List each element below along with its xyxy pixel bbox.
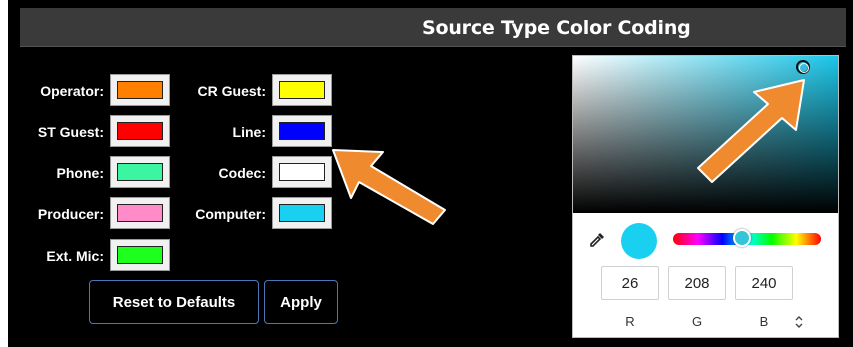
- label-cr-guest: CR Guest:: [197, 83, 266, 99]
- swatch-color: [279, 122, 325, 140]
- up-down-arrows-icon[interactable]: [794, 315, 804, 329]
- hue-slider-thumb[interactable]: [733, 229, 751, 247]
- label-producer: Producer:: [37, 206, 104, 222]
- annotation-arrow-picker: [697, 79, 805, 183]
- label-st-guest: ST Guest:: [37, 124, 104, 140]
- blue-label: B: [759, 314, 769, 329]
- swatch-ext-mic[interactable]: [110, 239, 170, 271]
- swatch-color: [279, 163, 325, 181]
- red-label: R: [625, 314, 635, 329]
- label-phone: Phone:: [56, 165, 104, 181]
- swatch-codec[interactable]: [272, 156, 332, 188]
- green-input[interactable]: 208: [668, 266, 726, 300]
- page-title: Source Type Color Coding: [422, 17, 691, 39]
- label-codec: Codec:: [218, 165, 266, 181]
- blue-input[interactable]: 240: [735, 266, 793, 300]
- swatch-line[interactable]: [272, 115, 332, 147]
- red-input[interactable]: 26: [601, 266, 659, 300]
- swatch-computer[interactable]: [272, 197, 332, 229]
- color-preview: [621, 223, 657, 259]
- swatch-color: [279, 204, 325, 222]
- title-bar: Source Type Color Coding: [20, 8, 846, 47]
- apply-button[interactable]: Apply: [264, 280, 338, 324]
- reset-defaults-button[interactable]: Reset to Defaults: [89, 280, 259, 324]
- swatch-color: [117, 246, 163, 264]
- annotation-arrow-line: [332, 149, 446, 225]
- label-ext-mic: Ext. Mic:: [46, 248, 104, 264]
- swatch-cr-guest[interactable]: [272, 74, 332, 106]
- green-label: G: [691, 314, 703, 329]
- label-operator: Operator:: [40, 83, 104, 99]
- eyedropper-icon[interactable]: [588, 231, 606, 249]
- swatch-color: [279, 81, 325, 99]
- label-computer: Computer:: [195, 206, 266, 222]
- label-line: Line:: [232, 124, 266, 140]
